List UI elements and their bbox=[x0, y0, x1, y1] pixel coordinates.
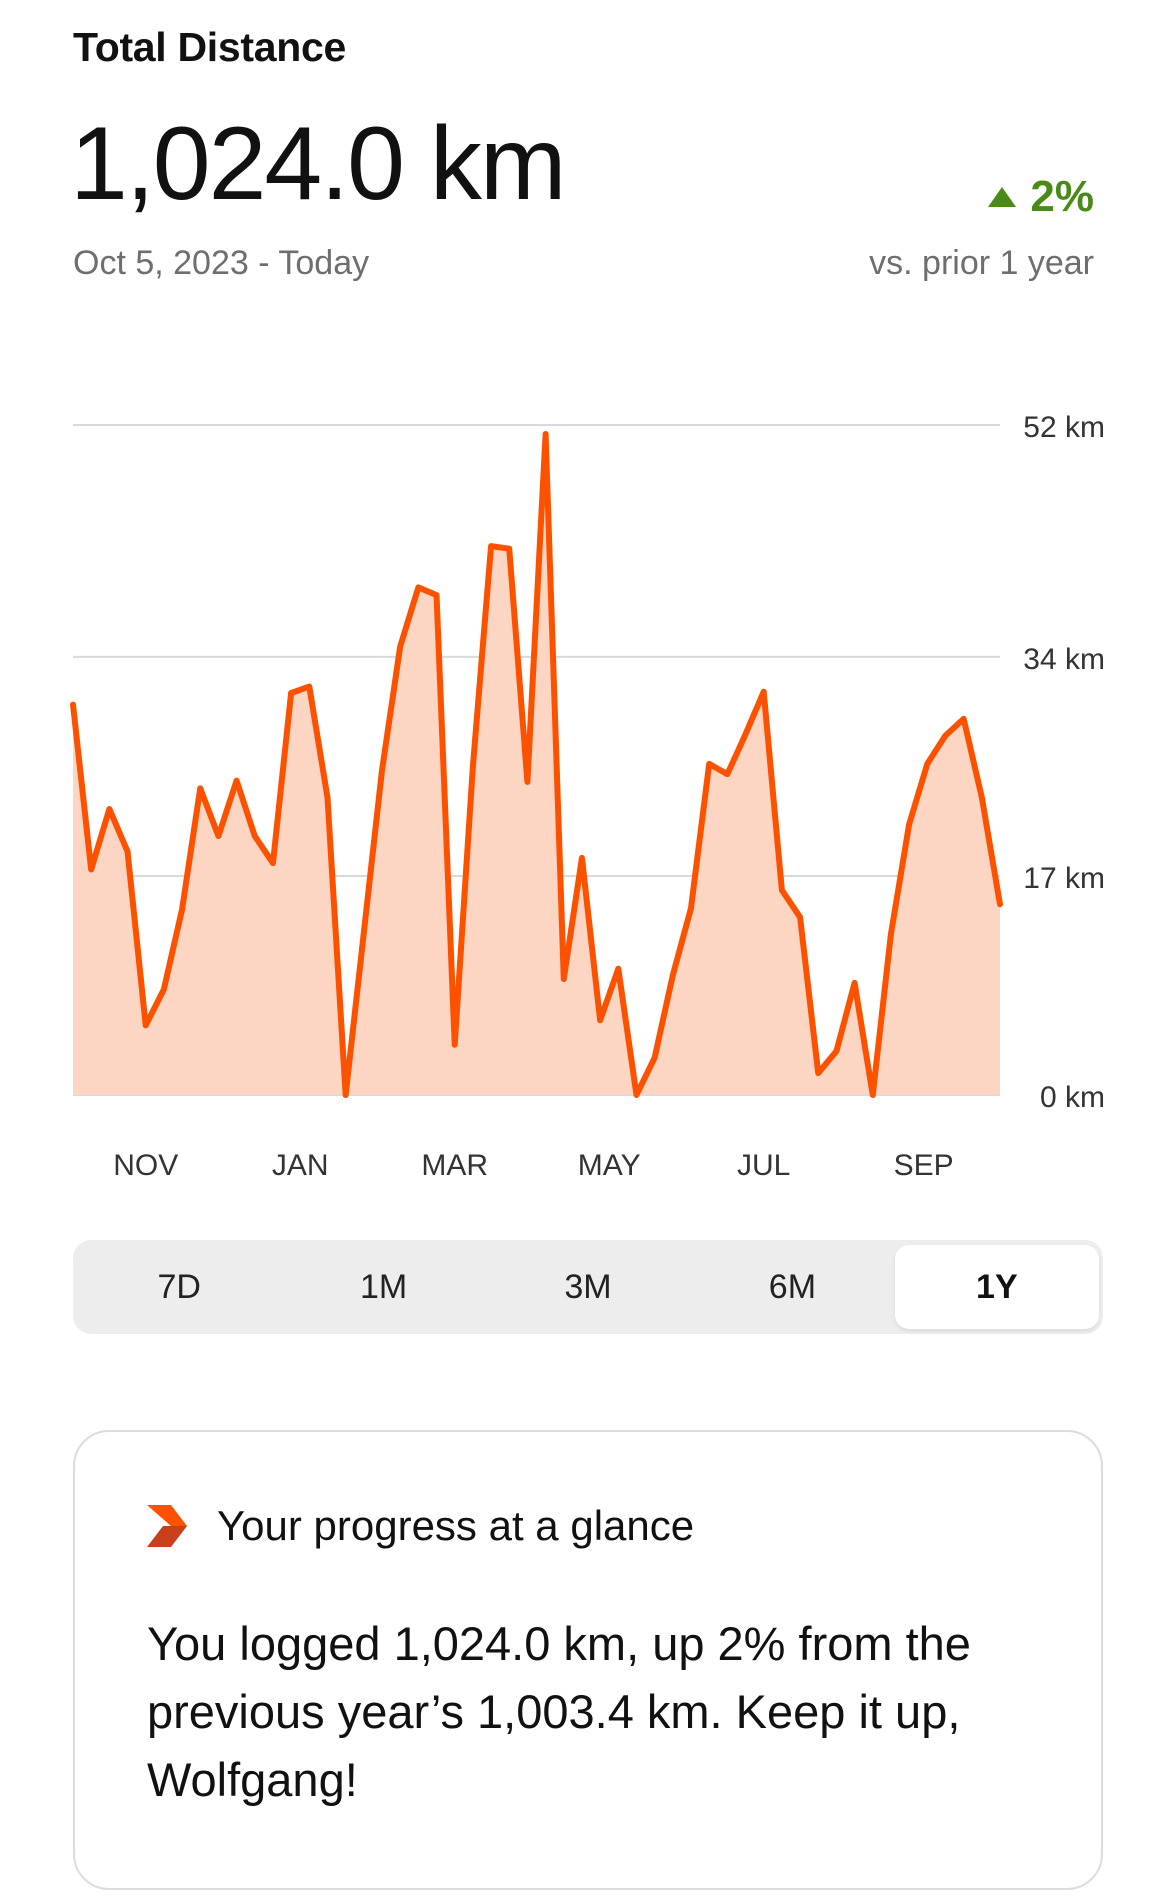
total-distance-value: 1,024.0 km bbox=[70, 106, 567, 222]
range-option-3m[interactable]: 3M bbox=[486, 1245, 690, 1329]
range-option-1m[interactable]: 1M bbox=[281, 1245, 485, 1329]
range-option-1y[interactable]: 1Y bbox=[894, 1245, 1100, 1329]
progress-card: Your progress at a glance You logged 1,0… bbox=[73, 1430, 1103, 1890]
date-range: Oct 5, 2023 - Today bbox=[73, 244, 370, 282]
range-selector: 7D 1M 3M 6M 1Y bbox=[73, 1240, 1103, 1334]
x-tick-label: JUL bbox=[737, 1149, 790, 1182]
trend-up-icon bbox=[988, 187, 1017, 207]
progress-card-body: You logged 1,024.0 km, up 2% from the pr… bbox=[147, 1617, 971, 1806]
change-percent: 2% bbox=[1030, 172, 1094, 221]
x-tick-label: NOV bbox=[113, 1149, 178, 1182]
strava-chevron-icon bbox=[147, 1505, 187, 1547]
x-tick-label: MAY bbox=[578, 1149, 641, 1182]
x-tick-label: SEP bbox=[894, 1149, 954, 1182]
y-tick-label: 17 km bbox=[1023, 862, 1105, 895]
y-tick-label: 34 km bbox=[1023, 643, 1105, 676]
change-indicator: 2% bbox=[988, 172, 1094, 222]
section-title: Total Distance bbox=[73, 24, 346, 70]
x-tick-label: MAR bbox=[421, 1149, 488, 1182]
y-tick-label: 0 km bbox=[1040, 1081, 1105, 1114]
progress-card-heading: Your progress at a glance bbox=[217, 1502, 695, 1549]
x-tick-label: JAN bbox=[272, 1149, 329, 1182]
progress-card-header: Your progress at a glance bbox=[147, 1502, 694, 1550]
range-option-7d[interactable]: 7D bbox=[77, 1245, 281, 1329]
comparison-label: vs. prior 1 year bbox=[869, 244, 1094, 282]
distance-chart: 52 km 34 km 17 km 0 km NOV JAN MAR MAY JUL SEP bbox=[70, 411, 1105, 1182]
range-option-6m[interactable]: 6M bbox=[690, 1245, 894, 1329]
area-fill bbox=[73, 434, 1000, 1095]
y-tick-label: 52 km bbox=[1023, 411, 1105, 444]
